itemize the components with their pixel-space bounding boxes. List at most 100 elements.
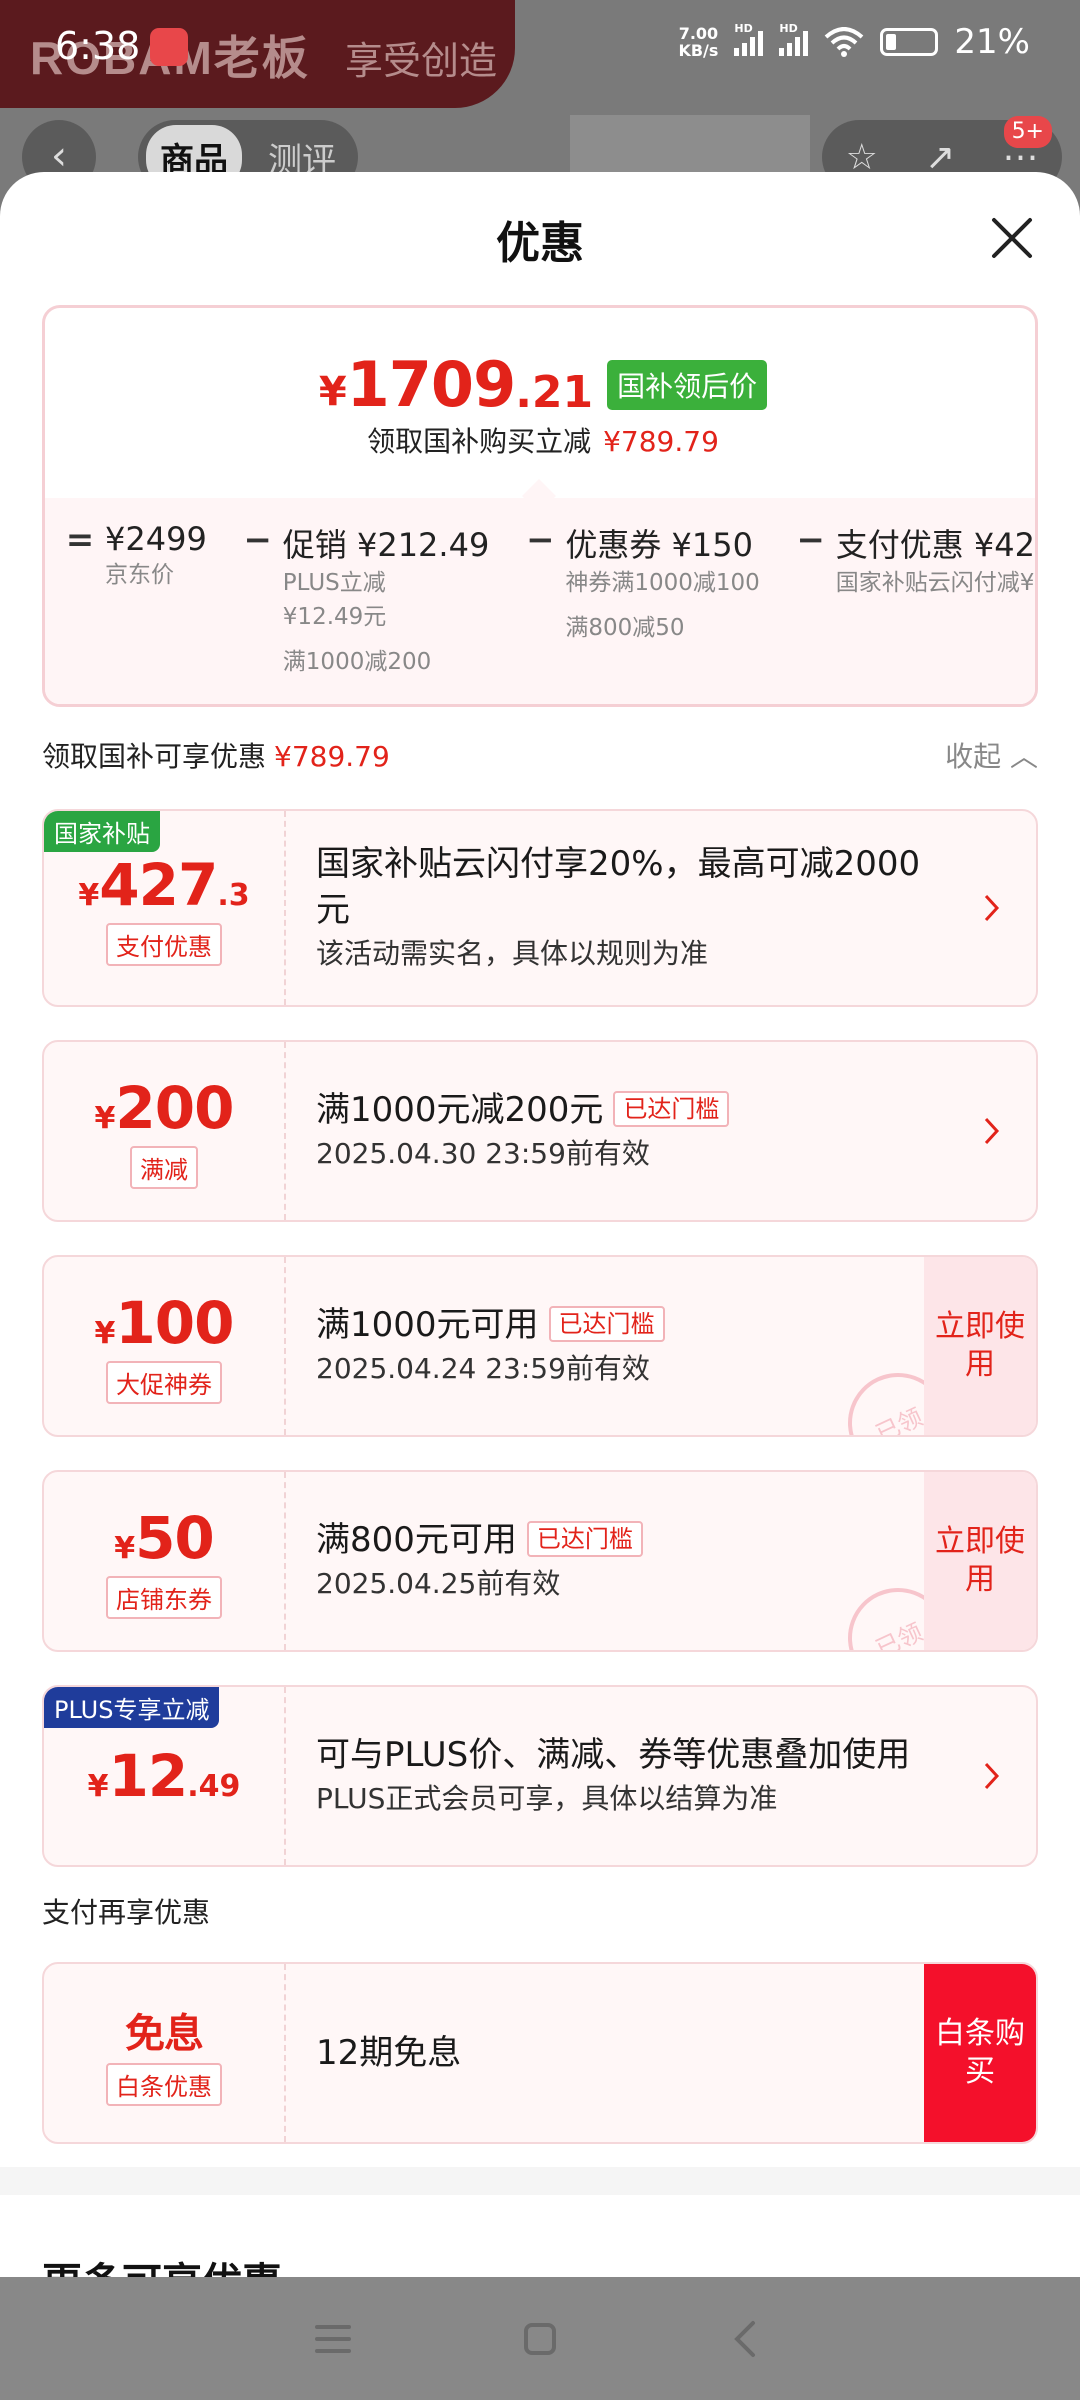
use-now-button[interactable]: 立即使用 xyxy=(924,1257,1036,1435)
coupon-type-badge: 大促神券 xyxy=(106,1360,222,1404)
coupon-type-badge: 支付优惠 xyxy=(106,922,222,966)
interest-free-label: 免息 xyxy=(125,2010,204,2057)
coupon-title-text: 满1000元减200元 xyxy=(316,1090,604,1130)
price-summary-box: ¥ 1709 .21 国补领后价 领取国补购买立减 ¥789.79 = ¥2499… xyxy=(42,305,1038,707)
coupon-decimal: .49 xyxy=(187,1769,241,1804)
coupon-type-badge: 店铺东券 xyxy=(106,1575,222,1619)
coupon-type-badge: 满减 xyxy=(130,1145,198,1189)
threshold-reached-tag: 已达门槛 xyxy=(526,1521,643,1557)
coupon-title: 满1000元减200元 已达门槛 xyxy=(316,1087,936,1133)
coupon-integer: 100 xyxy=(115,1288,234,1357)
total-discount-label: 领取国补购买立减 xyxy=(367,425,592,458)
coupon-body: 满1000元可用 已达门槛 2025.04.24 23:59前有效 xyxy=(316,1257,936,1435)
coupon-card-store: ¥50 店铺东券 满800元可用 已达门槛 2025.04.25前有效 已领 立即… xyxy=(42,1470,1038,1652)
coupon-currency: ¥ xyxy=(94,1100,116,1136)
coupon-title-text: 满800元可用 xyxy=(316,1520,517,1560)
breakdown-item-payment: 支付优惠 ¥427. 国家补贴云闪付减¥ xyxy=(835,520,1036,676)
breakdown-sub2: 满1000减200 xyxy=(282,649,432,675)
signal-icon: HD xyxy=(734,22,764,56)
subsidy-price-tag: 国补领后价 xyxy=(607,359,768,410)
final-price: ¥ 1709 .21 国补领后价 xyxy=(45,348,1035,421)
message-badge: 5+ xyxy=(1003,116,1052,148)
coupon-amount-area: ¥200 满减 xyxy=(44,1042,286,1220)
menu-icon[interactable] xyxy=(311,2317,355,2361)
coupon-validity: 2025.04.25前有效 xyxy=(316,1567,561,1600)
coupon-amount: ¥200 xyxy=(94,1073,235,1142)
breakdown-sub: PLUS立减 xyxy=(282,570,386,596)
coupon-body: 满1000元减200元 已达门槛 2025.04.30 23:59前有效 xyxy=(316,1042,936,1220)
coupon-integer: 200 xyxy=(115,1073,234,1142)
system-nav-bar xyxy=(0,2277,1080,2400)
chevron-right-icon xyxy=(984,894,1000,922)
more-offers-title: 更多可享优惠 xyxy=(42,2250,282,2277)
baitiao-badge: 白条优惠 xyxy=(106,2062,222,2106)
coupon-amount-area: ¥100 大促神券 xyxy=(44,1257,286,1435)
breakdown-main: ¥2499 xyxy=(105,520,207,558)
coupon-currency: ¥ xyxy=(87,1769,109,1804)
coupon-body: 国家补贴云闪付享20%，最高可减2000元 该活动需实名，具体以规则为准 xyxy=(316,811,936,1005)
threshold-reached-tag: 已达门槛 xyxy=(613,1091,730,1127)
collapse-label: 收起 xyxy=(945,740,1002,773)
use-now-button[interactable]: 立即使用 xyxy=(924,1472,1036,1650)
home-icon[interactable] xyxy=(518,2317,562,2361)
hd-label: HD xyxy=(734,22,753,35)
coupon-body: 可与PLUS价、满减、券等优惠叠加使用 PLUS正式会员可享，具体以结算为准 xyxy=(316,1687,936,1865)
breakdown-sub2: 满800减50 xyxy=(565,615,685,641)
status-time: 6:38 xyxy=(55,24,141,68)
app-notification-icon xyxy=(150,28,188,66)
total-discount-line: 领取国补购买立减 ¥789.79 xyxy=(45,420,1035,460)
coupon-title: 国家补贴云闪付享20%，最高可减2000元 xyxy=(316,844,921,930)
coupon-title: 满800元可用 已达门槛 xyxy=(316,1517,936,1563)
breakdown-row: = ¥2499 京东价 − 促销 ¥212.49 PLUS立减 ¥12.49元 … xyxy=(55,520,1036,676)
final-price-integer: 1709 xyxy=(346,348,517,421)
installment-title: 12期免息 xyxy=(316,2033,462,2073)
battery-percent: 21% xyxy=(954,22,1030,62)
final-price-area: ¥ 1709 .21 国补领后价 领取国补购买立减 ¥789.79 xyxy=(45,308,1035,498)
final-price-currency: ¥ xyxy=(318,368,347,415)
coupon-integer: 12 xyxy=(108,1742,189,1810)
coupon-integer: 427 xyxy=(99,850,218,919)
baitiao-buy-button[interactable]: 白条购买 xyxy=(924,1964,1036,2142)
national-subsidy-tag: 国家补贴 xyxy=(44,811,160,852)
baitiao-label-area: 免息 白条优惠 xyxy=(44,1964,286,2142)
breakdown-operator: − xyxy=(526,520,555,560)
price-breakdown: = ¥2499 京东价 − 促销 ¥212.49 PLUS立减 ¥12.49元 … xyxy=(45,498,1036,704)
section-divider xyxy=(0,2167,1080,2195)
final-price-decimal: .21 xyxy=(515,367,594,418)
coupon-currency: ¥ xyxy=(94,1315,116,1351)
breakdown-sub: 国家补贴云闪付减¥ xyxy=(835,570,1035,596)
close-button[interactable] xyxy=(984,210,1040,266)
coupon-card-full-reduction[interactable]: ¥200 满减 满1000元减200元 已达门槛 2025.04.30 23:59… xyxy=(42,1040,1038,1222)
breakdown-item-promotion: 促销 ¥212.49 PLUS立减 ¥12.49元 满1000减200 xyxy=(283,520,490,676)
sheet-title: 优惠 xyxy=(496,218,584,269)
summary-label: 领取国补可享优惠 xyxy=(42,740,267,773)
coupon-validity: 2025.04.24 23:59前有效 xyxy=(316,1352,650,1385)
coupon-desc: 该活动需实名，具体以规则为准 xyxy=(316,937,709,970)
chevron-up-icon: ︿ xyxy=(1009,740,1038,773)
collapse-button[interactable]: 收起 ︿ xyxy=(945,735,1038,775)
coupon-desc: PLUS正式会员可享，具体以结算为准 xyxy=(316,1782,778,1815)
wifi-icon xyxy=(825,27,864,57)
chevron-right-icon xyxy=(984,1117,1000,1145)
coupon-card-promo: ¥100 大促神券 满1000元可用 已达门槛 2025.04.24 23:59前… xyxy=(42,1255,1038,1437)
back-nav-icon[interactable] xyxy=(725,2317,769,2361)
hd-label-2: HD xyxy=(779,22,798,35)
coupon-decimal: .3 xyxy=(217,877,250,913)
coupon-card-national-subsidy[interactable]: ¥427.3 支付优惠 国家补贴 国家补贴云闪付享20%，最高可减2000元 该… xyxy=(42,809,1038,1007)
pay-section-title: 支付再享优惠 xyxy=(42,1896,211,1929)
baitiao-label: 免息 xyxy=(125,2001,204,2059)
breakdown-main: 支付优惠 ¥427. xyxy=(835,526,1036,564)
breakdown-item-list-price: ¥2499 京东价 xyxy=(105,520,207,676)
coupon-amount: ¥50 xyxy=(114,1504,215,1572)
discount-sheet: 优惠 ¥ 1709 .21 国补领后价 领取国补购买立减 ¥789.79 = ¥2… xyxy=(0,172,1080,2277)
baitiao-body: 12期免息 xyxy=(316,1964,936,2142)
breakdown-operator: − xyxy=(796,520,826,560)
breakdown-operator: − xyxy=(243,520,273,560)
coupon-title-text: 满1000元可用 xyxy=(316,1305,539,1345)
coupon-currency: ¥ xyxy=(78,877,100,913)
chevron-right-icon xyxy=(984,1762,1000,1790)
summary-amount: ¥789.79 xyxy=(274,740,390,773)
threshold-reached-tag: 已达门槛 xyxy=(548,1306,665,1342)
coupon-card-plus[interactable]: ¥12.49 PLUS专享立减 可与PLUS价、满减、券等优惠叠加使用 PLUS… xyxy=(42,1685,1038,1867)
close-icon xyxy=(992,218,1032,258)
